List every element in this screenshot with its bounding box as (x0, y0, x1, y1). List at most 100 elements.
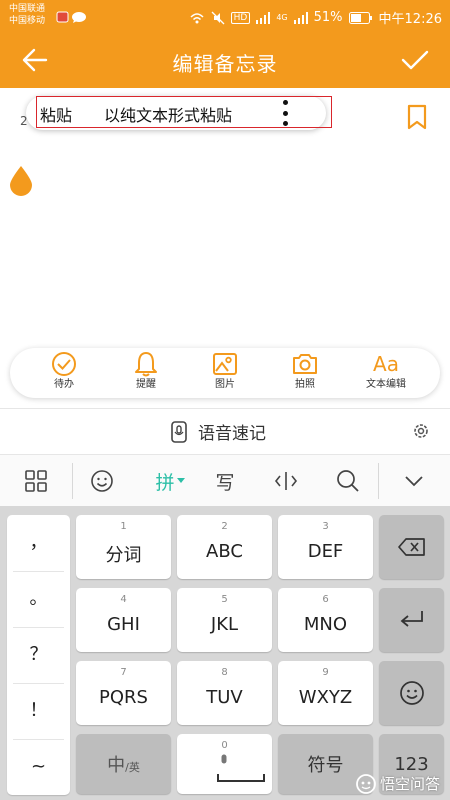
notification-icons (56, 9, 88, 28)
microphone-icon (171, 420, 187, 443)
carrier-2: 中国移动 (9, 16, 46, 26)
punct-question-key[interactable]: ？ (7, 627, 70, 683)
apps-grid-button[interactable] (16, 463, 56, 499)
microphone-icon (221, 754, 227, 764)
text-cursor-icon (274, 472, 298, 490)
status-bar: 中国联通 中国移动 HD 4G 51% 中午12:26 (0, 0, 450, 32)
key-9[interactable]: 9 WXYZ (278, 661, 373, 725)
chevron-down-icon (405, 476, 423, 487)
key-letters: JKL (210, 614, 239, 635)
divider (378, 463, 379, 499)
battery-icon (348, 11, 372, 24)
key-number: 8 (221, 667, 228, 678)
lang-sub-label: /英 (125, 761, 140, 774)
divider (72, 463, 73, 499)
wifi-calling-icon (190, 12, 204, 23)
punct-period-key[interactable]: 。 (7, 571, 70, 627)
voice-memo-button[interactable]: 语音速记 (170, 419, 266, 444)
key-letters: 分词 (105, 545, 142, 566)
title-bar: 编辑备忘录 (0, 32, 450, 88)
punctuation-column[interactable]: ， 。 ？ ！ ~ (7, 515, 70, 795)
status-indicators: HD 4G 51% 中午12:26 (189, 8, 442, 27)
cursor-move-button[interactable] (266, 463, 306, 499)
symbols-label: 符号 (307, 755, 344, 776)
key-7[interactable]: 7 PQRS (76, 661, 171, 725)
key-number: 2 (221, 521, 228, 532)
key-letters: ABC (206, 541, 243, 562)
carrier-1: 中国联通 (9, 4, 46, 14)
collapse-keyboard-button[interactable] (394, 463, 434, 499)
todo-label: 待办 (54, 379, 74, 390)
emoji-button[interactable] (82, 463, 122, 499)
space-bar-glyph (217, 774, 265, 782)
smiley-icon (91, 470, 113, 492)
key-number: 6 (322, 594, 329, 605)
camera-icon (293, 354, 317, 374)
hd-badge: HD (230, 11, 251, 24)
text-cursor-handle-icon[interactable] (8, 164, 34, 196)
text-edit-label: 文本编辑 (366, 379, 406, 390)
pinyin-mode-button[interactable]: 拼 (150, 463, 190, 499)
caret-down-icon (176, 478, 185, 483)
voice-memo-label: 语音速记 (198, 424, 266, 444)
reminder-button[interactable]: 提醒 (108, 350, 184, 396)
language-switch-key[interactable]: 中 /英 (76, 734, 171, 794)
key-number: 1 (120, 521, 127, 532)
key-letters: GHI (107, 614, 140, 635)
enter-icon (400, 611, 423, 627)
key-2[interactable]: 2 ABC (177, 515, 272, 579)
bookmark-icon[interactable] (406, 104, 428, 130)
key-3[interactable]: 3 DEF (278, 515, 373, 579)
key-4[interactable]: 4 GHI (76, 588, 171, 652)
space-key[interactable]: 0 (177, 734, 272, 794)
punct-exclaim-key[interactable]: ！ (7, 683, 70, 739)
punct-comma-key[interactable]: ， (7, 515, 70, 571)
key-6[interactable]: 6 MNO (278, 588, 373, 652)
confirm-button[interactable] (398, 44, 432, 76)
text-edit-button[interactable]: Aa 文本编辑 (348, 350, 424, 396)
text-format-icon: Aa (373, 352, 399, 376)
key-number: 5 (221, 594, 228, 605)
image-button[interactable]: 图片 (187, 350, 263, 396)
gear-icon[interactable] (412, 422, 430, 440)
key-5[interactable]: 5 JKL (177, 588, 272, 652)
key-number: 7 (120, 667, 127, 678)
handwrite-mode-button[interactable]: 写 (205, 463, 245, 499)
watermark-text: 悟空问答 (379, 775, 440, 793)
checkmark-icon (401, 50, 429, 70)
backspace-key[interactable] (379, 515, 444, 579)
search-button[interactable] (328, 463, 368, 499)
t9-keyboard: ， 。 ？ ！ ~ 1 分词 2 ABC 3 DEF 4 GHI 5 JKL 6… (0, 506, 450, 800)
search-icon (337, 470, 359, 492)
signal-1-icon (256, 11, 271, 24)
key-8[interactable]: 8 TUV (177, 661, 272, 725)
key-letters: MNO (303, 614, 348, 635)
mute-icon (211, 11, 225, 24)
camera-button[interactable]: 拍照 (267, 350, 343, 396)
smiley-icon (399, 681, 424, 705)
voice-strip: 语音速记 (0, 408, 450, 454)
signal-2-icon (293, 11, 308, 24)
handwrite-label: 写 (215, 471, 235, 494)
enter-key[interactable] (379, 588, 444, 652)
emoji-key[interactable] (379, 661, 444, 725)
wukong-logo-icon (356, 773, 376, 794)
grid-icon (25, 470, 47, 492)
image-icon (213, 353, 237, 375)
bell-icon (135, 352, 157, 377)
todo-button[interactable]: 待办 (26, 350, 102, 396)
key-1[interactable]: 1 分词 (76, 515, 171, 579)
key-letters: PQRS (99, 687, 148, 708)
note-toolbar: 待办 提醒 图片 拍照 Aa 文本编辑 (10, 348, 440, 398)
pinyin-label: 拼 (155, 471, 175, 494)
key-number: 4 (120, 594, 127, 605)
network-type: 4G (276, 13, 288, 22)
carrier-info: 中国联通 中国移动 (9, 3, 45, 27)
numbers-label: 123 (394, 753, 429, 775)
punct-tilde-key[interactable]: ~ (7, 739, 70, 795)
clock: 中午12:26 (378, 12, 442, 27)
camera-label: 拍照 (295, 379, 315, 390)
key-letters: DEF (307, 541, 344, 562)
key-letters: WXYZ (298, 687, 353, 708)
battery-percent: 51% (313, 10, 343, 25)
